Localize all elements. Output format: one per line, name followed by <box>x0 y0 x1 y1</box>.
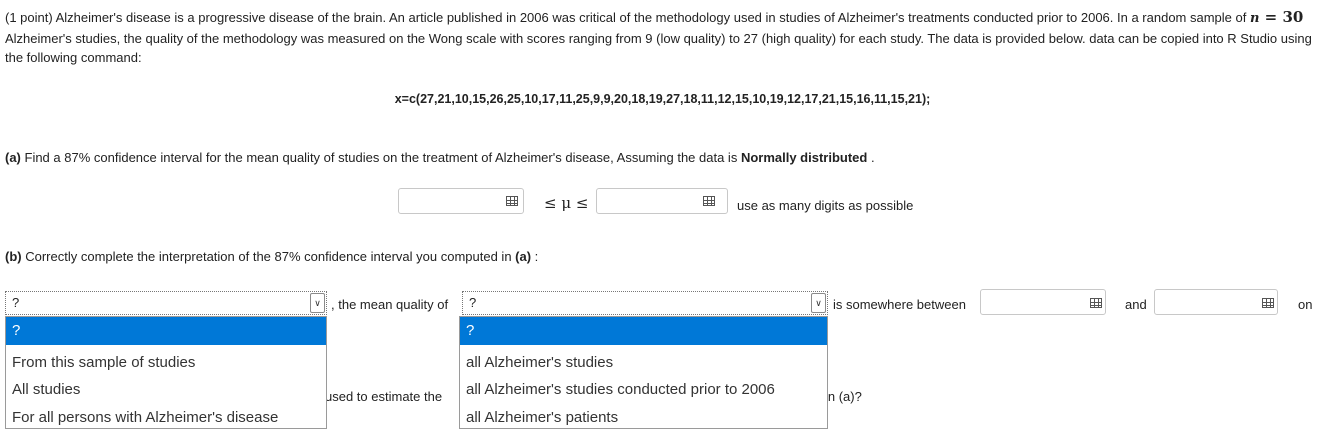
interp-lower-input[interactable] <box>980 289 1106 315</box>
digits-hint: use as many digits as possible <box>737 198 914 213</box>
select-2-value: ? <box>469 295 477 310</box>
select-1-option[interactable]: From this sample of studies <box>6 349 326 377</box>
interpretation-select-2[interactable]: ? ∨ <box>462 291 828 315</box>
between-text: is somewhere between <box>833 297 966 312</box>
mu-inequality: ≤ μ ≤ <box>544 194 589 212</box>
part-b-colon: : <box>531 249 539 264</box>
equation-editor-icon[interactable] <box>506 196 518 206</box>
part-a-label: (a) <box>5 150 21 165</box>
part-a-text: Find a 87% confidence interval for the m… <box>20 150 741 165</box>
on-text: on <box>1298 297 1313 312</box>
part-a-prompt: (a) Find a 87% confidence interval for t… <box>5 150 875 165</box>
chevron-down-icon[interactable]: ∨ <box>811 293 826 313</box>
in-a-text: in (a)? <box>825 389 862 404</box>
select-2-options[interactable]: ? all Alzheimer's studies all Alzheimer'… <box>459 316 828 429</box>
and-text: and <box>1125 297 1147 312</box>
part-a-bold: Normally distributed <box>740 150 868 165</box>
interp-upper-input[interactable] <box>1154 289 1278 315</box>
part-a-end: . <box>867 150 875 165</box>
chevron-down-icon[interactable]: ∨ <box>310 293 325 313</box>
part-b-prompt: (b) Correctly complete the interpretatio… <box>5 249 538 264</box>
equation-editor-icon[interactable] <box>1090 298 1102 308</box>
mean-quality-text: , the mean quality of <box>331 297 449 312</box>
part-b-label: (b) <box>5 249 22 264</box>
intro-text-2: Alzheimer's studies, the quality of the … <box>5 30 1312 66</box>
intro-text-1: (1 point) Alzheimer's disease is a progr… <box>5 10 1250 25</box>
part-b-text: Correctly complete the interpretation of… <box>21 249 516 264</box>
question-intro: (1 point) Alzheimer's disease is a progr… <box>5 8 1320 68</box>
n-equals: = 30 <box>1259 8 1304 26</box>
select-1-options[interactable]: ? From this sample of studies All studie… <box>5 316 327 429</box>
select-1-option[interactable]: ? <box>6 317 326 345</box>
select-1-value: ? <box>12 295 20 310</box>
part-b-ref: (a) <box>515 249 532 264</box>
equation-editor-icon[interactable] <box>703 196 715 206</box>
r-command: x=c(27,21,10,15,26,25,10,17,11,25,9,9,20… <box>394 92 931 106</box>
interpretation-select-1[interactable]: ? ∨ <box>5 291 327 315</box>
select-2-option[interactable]: all Alzheimer's patients <box>460 404 827 432</box>
select-2-option[interactable]: all Alzheimer's studies conducted prior … <box>460 376 827 404</box>
select-2-option[interactable]: ? <box>460 317 827 345</box>
select-2-option[interactable]: all Alzheimer's studies <box>460 349 827 377</box>
equation-editor-icon[interactable] <box>1262 298 1274 308</box>
select-1-option[interactable]: All studies <box>6 376 326 404</box>
estimate-text: used to estimate the <box>325 389 443 404</box>
select-1-option[interactable]: For all persons with Alzheimer's disease <box>6 404 326 432</box>
